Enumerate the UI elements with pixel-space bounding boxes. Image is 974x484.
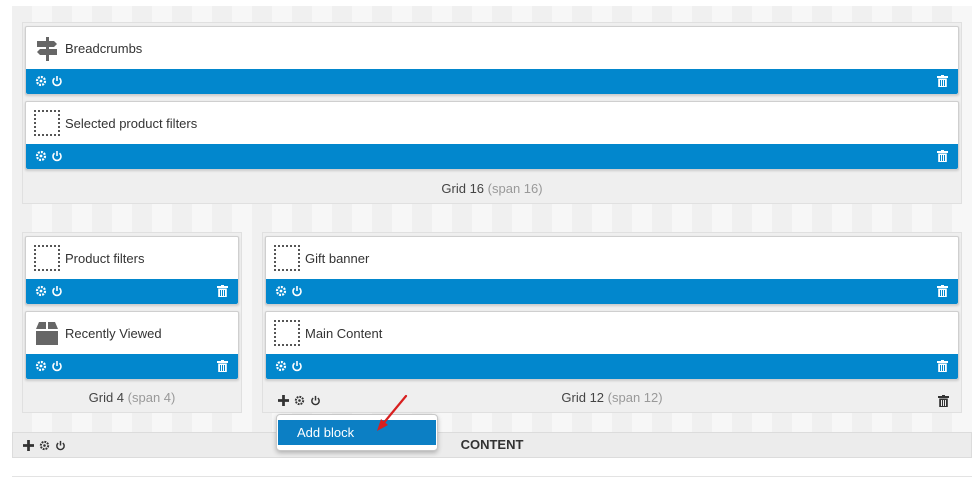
block-title: Product filters	[65, 251, 145, 266]
block-title: Breadcrumbs	[65, 41, 143, 56]
add-menu-dropdown: Add block	[276, 414, 438, 451]
gear-icon[interactable]	[35, 75, 47, 87]
block-title: Gift banner	[305, 251, 370, 266]
block-header: Main Content	[266, 312, 958, 353]
block-toolbar	[266, 354, 958, 379]
block-main-content[interactable]: Main Content	[265, 311, 959, 380]
block-gift-banner[interactable]: Gift banner	[265, 236, 959, 305]
divider	[12, 476, 972, 477]
block-header: Recently Viewed	[26, 312, 238, 353]
trash-icon[interactable]	[937, 150, 948, 162]
plus-icon[interactable]	[278, 395, 289, 406]
block-product-filters[interactable]: Product filters	[25, 236, 239, 305]
gear-icon[interactable]	[35, 150, 47, 162]
content-section-bar: CONTENT	[12, 432, 972, 458]
trash-icon[interactable]	[938, 395, 949, 407]
grid-4-label: Grid 4 (span 4)	[23, 384, 241, 412]
trash-icon[interactable]	[937, 75, 948, 87]
placeholder-icon	[274, 320, 300, 346]
grid-span: (span 16)	[487, 181, 543, 196]
trash-icon[interactable]	[937, 360, 948, 372]
block-toolbar	[26, 69, 958, 94]
trash-icon[interactable]	[937, 285, 948, 297]
power-icon[interactable]	[310, 395, 321, 406]
block-header: Gift banner	[266, 237, 958, 278]
block-title: Recently Viewed	[65, 326, 162, 341]
grid-span: (span 4)	[127, 390, 176, 405]
placeholder-icon	[274, 245, 300, 271]
grid-name: Grid 16	[441, 181, 485, 196]
grid-span: (span 12)	[607, 390, 663, 405]
power-icon[interactable]	[51, 150, 63, 162]
placeholder-icon	[34, 110, 60, 136]
placeholder-icon	[34, 245, 60, 271]
block-header: Breadcrumbs	[26, 27, 958, 68]
block-header: Selected product filters	[26, 102, 958, 143]
gear-icon[interactable]	[35, 285, 47, 297]
add-block-menu-item[interactable]: Add block	[278, 420, 436, 445]
pointer-arrow-icon	[377, 394, 408, 431]
block-title: Selected product filters	[65, 116, 198, 131]
block-toolbar	[26, 354, 238, 379]
block-toolbar	[26, 279, 238, 304]
block-header: Product filters	[26, 237, 238, 278]
power-icon[interactable]	[51, 360, 63, 372]
power-icon[interactable]	[51, 75, 63, 87]
power-icon[interactable]	[51, 285, 63, 297]
grid-name: Grid 12	[561, 390, 605, 405]
trash-icon[interactable]	[217, 360, 228, 372]
signpost-icon	[37, 37, 57, 61]
gear-icon[interactable]	[275, 285, 287, 297]
grid-name: Grid 4	[88, 390, 125, 405]
gear-icon[interactable]	[294, 395, 305, 406]
power-icon[interactable]	[291, 285, 303, 297]
block-toolbar	[266, 279, 958, 304]
grid-16-label: Grid 16 (span 16)	[23, 175, 961, 203]
trash-icon[interactable]	[217, 285, 228, 297]
block-toolbar	[26, 144, 958, 169]
block-title: Main Content	[305, 326, 383, 341]
gear-icon[interactable]	[35, 360, 47, 372]
gear-icon[interactable]	[275, 360, 287, 372]
box-icon	[36, 322, 58, 345]
block-breadcrumbs[interactable]: Breadcrumbs	[25, 26, 959, 95]
power-icon[interactable]	[291, 360, 303, 372]
block-selected-product-filters[interactable]: Selected product filters	[25, 101, 959, 170]
block-recently-viewed[interactable]: Recently Viewed	[25, 311, 239, 380]
content-section-label: CONTENT	[460, 437, 524, 452]
